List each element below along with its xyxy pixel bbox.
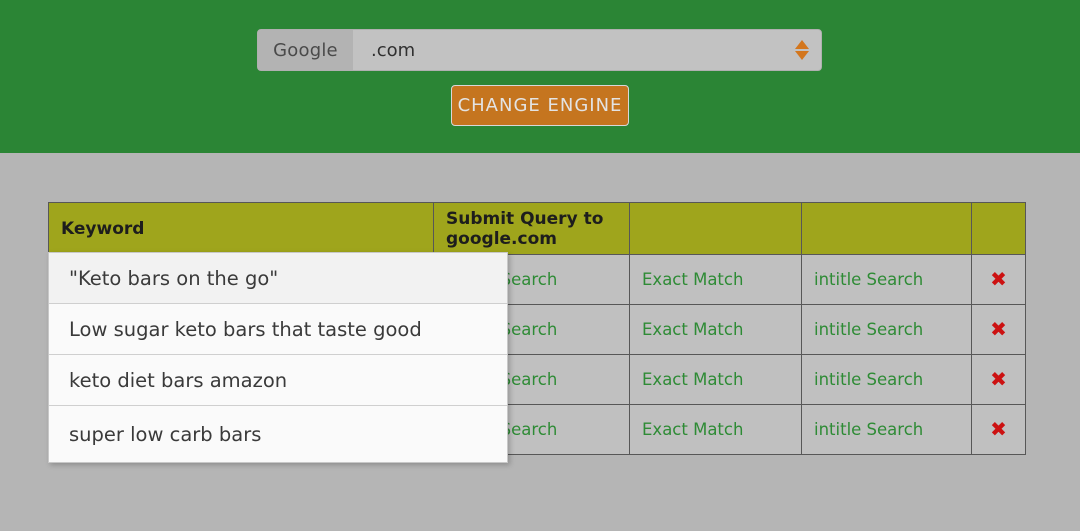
column-header-actions xyxy=(971,202,1026,255)
chevron-up-icon[interactable] xyxy=(795,40,809,49)
column-header-blank-1 xyxy=(629,202,802,255)
change-engine-button[interactable]: CHANGE ENGINE xyxy=(451,85,629,126)
chevron-down-icon[interactable] xyxy=(795,51,809,60)
delete-row-button[interactable]: ✖ xyxy=(971,354,1026,405)
exact-match-link[interactable]: Exact Match xyxy=(629,304,802,355)
list-item[interactable]: Low sugar keto bars that taste good xyxy=(49,304,507,355)
exact-match-link[interactable]: Exact Match xyxy=(629,354,802,405)
delete-row-button[interactable]: ✖ xyxy=(971,304,1026,355)
exact-match-link[interactable]: Exact Match xyxy=(629,254,802,305)
engine-selection-bar: Google .com CHANGE ENGINE xyxy=(0,0,1080,153)
close-icon[interactable]: ✖ xyxy=(990,369,1007,389)
list-item[interactable]: super low carb bars xyxy=(49,406,507,462)
intitle-search-link[interactable]: intitle Search xyxy=(801,354,972,405)
keyword-suggestions-dropdown[interactable]: "Keto bars on the go" Low sugar keto bar… xyxy=(48,252,508,463)
column-header-blank-2 xyxy=(801,202,972,255)
engine-tld-select-area[interactable]: .com xyxy=(353,30,821,70)
search-engine-select[interactable]: Google .com xyxy=(257,29,822,71)
close-icon[interactable]: ✖ xyxy=(990,269,1007,289)
column-header-submit-query: Submit Query to google.com xyxy=(433,202,630,255)
close-icon[interactable]: ✖ xyxy=(990,319,1007,339)
spinner-arrows-icon[interactable] xyxy=(795,40,809,60)
engine-prefix-label: Google xyxy=(258,30,353,70)
list-item[interactable]: "Keto bars on the go" xyxy=(49,253,507,304)
delete-row-button[interactable]: ✖ xyxy=(971,254,1026,305)
close-icon[interactable]: ✖ xyxy=(990,419,1007,439)
intitle-search-link[interactable]: intitle Search xyxy=(801,254,972,305)
column-header-keyword: Keyword xyxy=(48,202,434,255)
engine-tld-value: .com xyxy=(371,39,416,61)
intitle-search-link[interactable]: intitle Search xyxy=(801,404,972,455)
exact-match-link[interactable]: Exact Match xyxy=(629,404,802,455)
table-header: Keyword Submit Query to google.com xyxy=(48,202,1026,255)
intitle-search-link[interactable]: intitle Search xyxy=(801,304,972,355)
delete-row-button[interactable]: ✖ xyxy=(971,404,1026,455)
table-header-row: Keyword Submit Query to google.com xyxy=(48,202,1026,255)
list-item[interactable]: keto diet bars amazon xyxy=(49,355,507,406)
